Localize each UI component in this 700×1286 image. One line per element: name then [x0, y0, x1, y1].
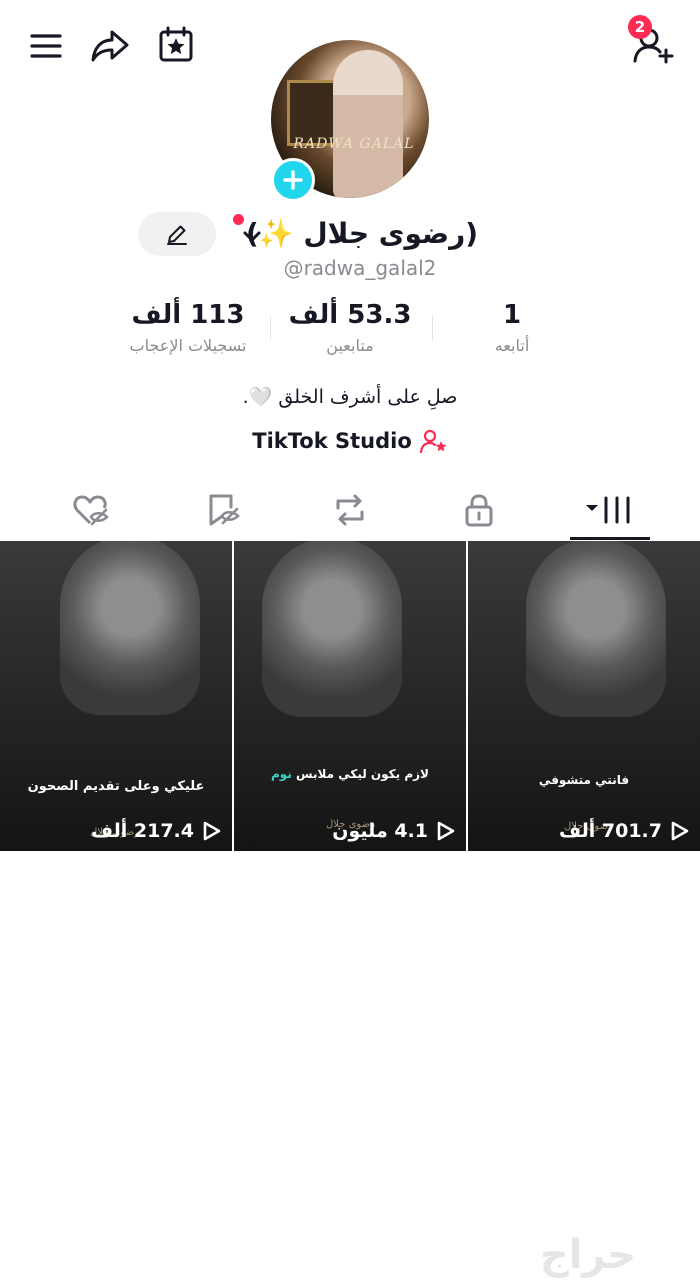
active-tab-indicator	[570, 537, 650, 540]
tab-favorites[interactable]	[163, 482, 283, 538]
share-icon[interactable]	[88, 24, 132, 68]
video-caption: عليكي وعلى تقديم الصحون	[0, 779, 232, 794]
play-icon	[203, 821, 221, 841]
play-icon	[671, 821, 689, 841]
lock-icon	[465, 494, 493, 527]
following-label: أتابعه	[494, 336, 530, 355]
profile-tabs	[0, 482, 700, 540]
add-avatar-button[interactable]	[271, 158, 315, 202]
tab-videos[interactable]	[550, 482, 670, 538]
display-name[interactable]: (رضوى جلال ✨)	[246, 214, 478, 254]
profile-avatar-wrapper: RADWA GALAL	[271, 40, 429, 202]
stat-followers[interactable]: 53.3 ألف متابعين	[270, 296, 430, 358]
edit-profile-button[interactable]	[138, 212, 216, 256]
repost-icon	[336, 494, 364, 526]
thumbnail-image	[262, 541, 402, 717]
stat-following[interactable]: 1 أتابعه	[432, 296, 592, 358]
thumbnail-image	[60, 541, 200, 715]
username: @radwa_galal2	[283, 256, 437, 280]
play-icon	[437, 821, 455, 841]
menu-icon[interactable]	[26, 26, 66, 66]
video-thumbnail[interactable]: لازم يكون ليكي ملابس نوم رضوى جلال 4.1 م…	[234, 541, 466, 851]
caption-text: لازم يكون ليكي ملابس	[291, 767, 429, 781]
thumbnail-image	[526, 541, 666, 717]
video-thumbnail[interactable]: عليكي وعلى تقديم الصحون رضوى جلال 217.4 …	[0, 541, 232, 851]
followers-count: 53.3 ألف	[288, 300, 412, 330]
tab-reposts[interactable]	[290, 482, 410, 538]
notification-badge: 2	[628, 15, 652, 39]
following-count: 1	[502, 300, 522, 330]
tab-private[interactable]	[419, 482, 539, 538]
video-caption: فانتي متشوفي	[468, 773, 700, 787]
view-count: 217.4 ألف	[0, 817, 232, 845]
pencil-icon	[167, 225, 187, 245]
caption-highlight: نوم	[271, 767, 292, 781]
caption-text: عليكي وعلى تقديم الصحون	[27, 779, 205, 794]
bio: صلِ على أشرف الخلق 🤍.	[242, 386, 458, 408]
followers-label: متابعين	[326, 336, 374, 355]
tiktok-studio-label: TikTok Studio	[252, 429, 412, 453]
creator-star-icon	[419, 429, 447, 454]
calendar-star-icon[interactable]	[154, 22, 198, 66]
profile-stats: 113 ألف تسجيلات الإعجاب 53.3 ألف متابعين…	[0, 296, 700, 366]
view-count-text: 4.1 مليون	[332, 820, 428, 842]
video-thumbnail[interactable]: فانتي متشوفي رضوى جلال 701.7 ألف	[468, 541, 700, 851]
avatar-logo-text: RADWA GALAL	[293, 136, 415, 152]
plus-icon	[283, 170, 303, 190]
video-caption: لازم يكون ليكي ملابس نوم	[234, 767, 466, 781]
tab-liked[interactable]	[31, 482, 151, 538]
likes-count: 113 ألف	[131, 300, 245, 330]
view-count: 4.1 مليون	[234, 817, 466, 845]
caption-text: فانتي متشوفي	[538, 773, 630, 787]
avatar-figure	[333, 50, 403, 198]
favorites-icon	[209, 494, 240, 526]
liked-hidden-icon	[73, 495, 109, 526]
view-count-text: 217.4 ألف	[91, 820, 194, 842]
view-count-text: 701.7 ألف	[559, 820, 662, 842]
likes-label: تسجيلات الإعجاب	[129, 336, 247, 355]
view-count: 701.7 ألف	[468, 817, 700, 845]
tiktok-studio-link[interactable]: TikTok Studio	[0, 424, 700, 458]
stat-likes[interactable]: 113 ألف تسجيلات الإعجاب	[108, 296, 268, 358]
haraj-watermark: حراج	[539, 1232, 637, 1278]
videos-grid-icon	[586, 496, 630, 524]
name-row: (رضوى جلال ✨)	[0, 212, 700, 258]
video-grid: فانتي متشوفي رضوى جلال 701.7 ألف لازم يك…	[0, 541, 700, 851]
